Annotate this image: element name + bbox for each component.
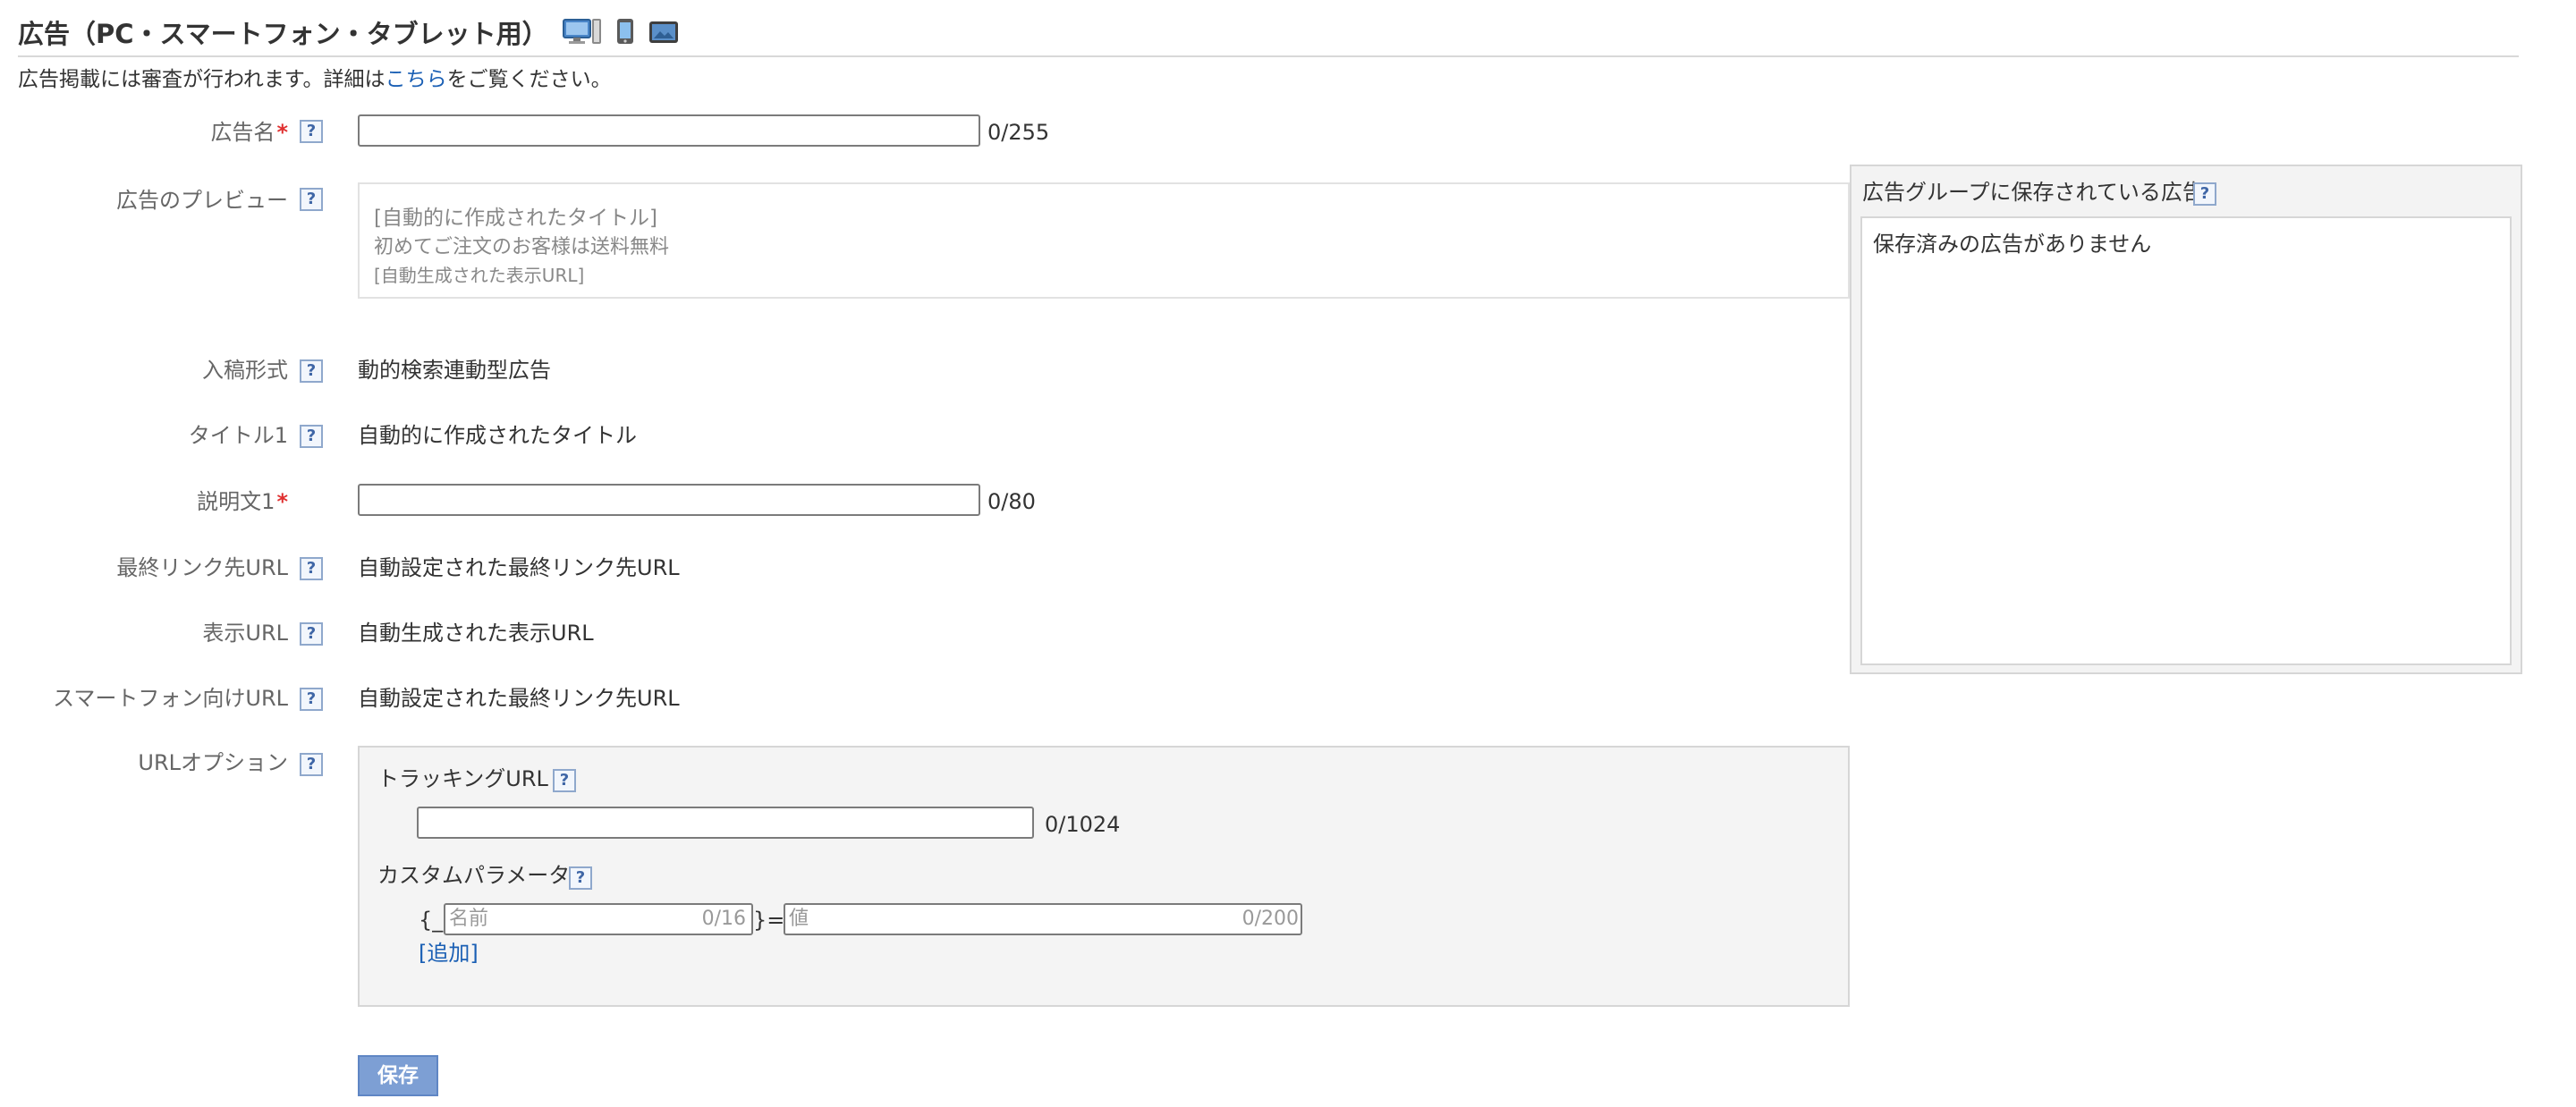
parameter-name-input[interactable]: 名前 0/16 [444, 903, 753, 935]
tracking-url-label: トラッキングURL [377, 766, 548, 791]
display-url-value: 自動生成された表示URL [358, 621, 594, 646]
help-icon[interactable]: ? [2193, 182, 2216, 206]
parameter-brace-open: {_ [419, 908, 444, 933]
title1-label: タイトル1 [188, 423, 288, 448]
submission-type-label: 入稿形式 [202, 358, 288, 383]
parameter-equals: }= [753, 908, 785, 933]
description1-label-text: 説明文1 [197, 489, 275, 514]
help-icon[interactable]: ? [300, 753, 323, 776]
details-link[interactable]: こちら [386, 68, 447, 91]
preview-label: 広告のプレビュー [116, 188, 288, 213]
required-mark: * [276, 120, 288, 145]
help-icon[interactable]: ? [553, 769, 576, 792]
help-icon[interactable]: ? [300, 120, 323, 143]
display-url-label: 表示URL [202, 621, 288, 646]
smartphone-url-value: 自動設定された最終リンク先URL [358, 686, 680, 711]
saved-ads-title: 広告グループに保存されている広告 [1862, 180, 2204, 205]
review-notice: 広告掲載には審査が行われます。詳細はこちらをご覧ください。 [18, 64, 612, 95]
description1-input[interactable] [358, 484, 980, 516]
ad-name-input[interactable] [358, 114, 980, 147]
ad-preview-box: [自動的に作成されたタイトル] 初めてご注文のお客様は送料無料 [自動生成された… [358, 182, 1850, 299]
parameter-name-placeholder: 名前 [449, 908, 489, 930]
review-notice-suffix: をご覧ください。 [446, 68, 612, 91]
smartphone-url-label: スマートフォン向けURL [53, 686, 288, 711]
parameter-value-input[interactable]: 値 0/200 [784, 903, 1302, 935]
help-icon[interactable]: ? [300, 688, 323, 711]
required-mark: * [276, 489, 288, 514]
parameter-value-placeholder: 値 [789, 908, 809, 930]
page-title: 広告（PC・スマートフォン・タブレット用） [18, 16, 679, 54]
save-button[interactable]: 保存 [358, 1055, 438, 1096]
review-notice-prefix: 広告掲載には審査が行われます。詳細は [18, 68, 386, 91]
help-icon[interactable]: ? [300, 359, 323, 383]
help-icon[interactable]: ? [569, 866, 592, 890]
final-url-value: 自動設定された最終リンク先URL [358, 555, 680, 580]
tracking-url-input[interactable] [417, 807, 1034, 839]
preview-description-line: 初めてご注文のお客様は送料無料 [374, 236, 670, 258]
custom-parameter-label: カスタムパラメータ [377, 863, 571, 888]
submission-type-value: 動的検索連動型広告 [358, 358, 551, 383]
add-parameter-link[interactable]: [追加] [419, 939, 479, 968]
page-title-text: 広告（PC・スマートフォン・タブレット用） [18, 19, 548, 49]
smartphone-icon [616, 18, 634, 54]
parameter-value-counter: 0/200 [1241, 908, 1299, 930]
title-divider [18, 55, 2519, 57]
parameter-name-counter: 0/16 [701, 908, 746, 930]
saved-ads-empty-message: 保存済みの広告がありません [1873, 232, 2152, 257]
help-icon[interactable]: ? [300, 557, 323, 580]
description1-label: 説明文1* [197, 488, 288, 515]
saved-ads-panel: 広告グループに保存されている広告 ? 保存済みの広告がありません [1850, 165, 2522, 674]
url-option-panel: トラッキングURL ? 0/1024 カスタムパラメータ ? {_ 名前 0/1… [358, 746, 1850, 1007]
desktop-icon [562, 18, 602, 54]
preview-display-url-line: [自動生成された表示URL] [374, 265, 585, 286]
ad-name-label: 広告名* [210, 119, 288, 146]
ad-name-label-text: 広告名 [210, 120, 275, 145]
url-option-label: URLオプション [138, 750, 288, 775]
final-url-label: 最終リンク先URL [116, 555, 288, 580]
tablet-icon [648, 18, 679, 54]
title1-value: 自動的に作成されたタイトル [358, 423, 637, 448]
help-icon[interactable]: ? [300, 188, 323, 211]
help-icon[interactable]: ? [300, 425, 323, 448]
saved-ads-list[interactable]: 保存済みの広告がありません [1860, 216, 2512, 665]
preview-title-line: [自動的に作成されたタイトル] [374, 207, 657, 230]
ad-name-counter: 0/255 [987, 120, 1050, 145]
help-icon[interactable]: ? [300, 622, 323, 646]
description1-counter: 0/80 [987, 489, 1036, 514]
tracking-url-counter: 0/1024 [1045, 812, 1121, 837]
